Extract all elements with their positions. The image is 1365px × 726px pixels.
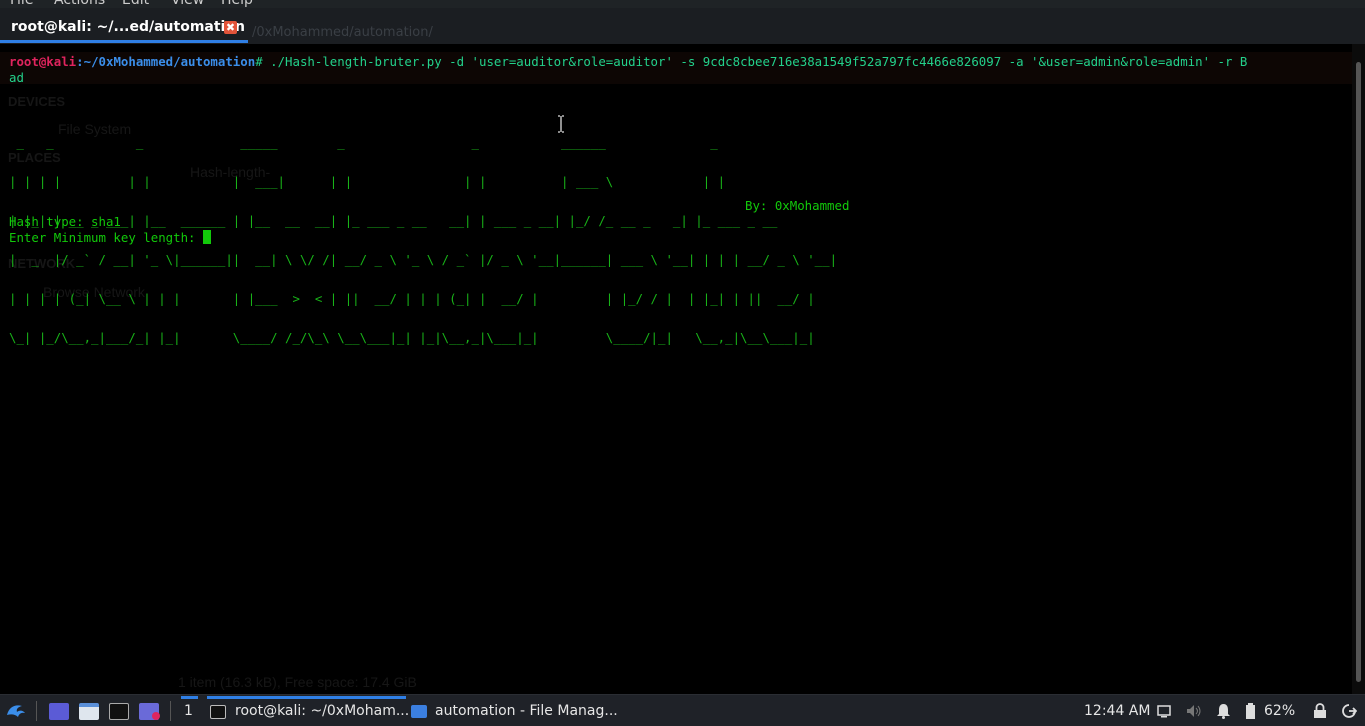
- menu-bar: File Actions Edit View Help: [0, 0, 1365, 8]
- lock-icon[interactable]: [1313, 703, 1327, 719]
- prompt-separator: :: [76, 54, 84, 69]
- banner-line: \_| |_/\__,_|___/_| |_| \____/ /_/\_\ \_…: [9, 330, 815, 345]
- command-text: ./Hash-length-bruter.py -d 'user=auditor…: [270, 54, 1248, 69]
- min-key-label: Enter Minimum key length:: [9, 230, 203, 245]
- banner-line: | | | | (_| \__ \ | | | | |___ > < | || …: [9, 291, 815, 306]
- banner-line: | _ |/ _` / __| '_ \|______|| __| \ \/ /…: [9, 252, 838, 267]
- terminal-task-icon: [210, 705, 226, 719]
- desktop-icon: [49, 703, 69, 720]
- command-wrap: ad: [9, 70, 24, 85]
- screen-recorder-launcher[interactable]: [136, 695, 164, 726]
- task-file-manager-label: automation - File Manag...: [435, 703, 618, 719]
- show-desktop-button[interactable]: [46, 695, 74, 726]
- notification-bell-icon[interactable]: [1216, 703, 1231, 719]
- tab-terminal[interactable]: root@kali: ~/...ed/automation ✖: [0, 8, 248, 44]
- menu-help[interactable]: Help: [221, 0, 253, 8]
- tab-close-icon[interactable]: ✖: [224, 21, 237, 34]
- file-manager-launcher[interactable]: [76, 695, 104, 726]
- display-icon[interactable]: [1157, 704, 1171, 718]
- battery-icon[interactable]: [1245, 703, 1256, 720]
- scrollbar-thumb[interactable]: [1356, 62, 1361, 682]
- task-terminal[interactable]: root@kali: ~/0xMoham...: [207, 695, 410, 726]
- ghost-status: 1 item (16.3 kB), Free space: 17.4 GiB: [178, 674, 417, 690]
- tab-title: root@kali: ~/...ed/automation: [11, 19, 245, 35]
- task-file-manager[interactable]: automation - File Manag...: [409, 695, 618, 726]
- task-terminal-label: root@kali: ~/0xMoham...: [235, 703, 410, 719]
- folder-icon: [79, 703, 99, 720]
- folder-task-icon: [411, 705, 427, 718]
- command-line: root@kali:~/0xMohammed/automation# ./Has…: [9, 54, 1247, 70]
- battery-percent: 62%: [1264, 703, 1296, 719]
- volume-icon[interactable]: [1185, 703, 1203, 719]
- menu-edit[interactable]: Edit: [122, 0, 149, 8]
- min-key-prompt: Enter Minimum key length:: [9, 230, 211, 246]
- record-dot-icon: [152, 712, 160, 720]
- logout-icon[interactable]: [1341, 703, 1357, 719]
- tab-active-indicator: [0, 40, 248, 43]
- tab-bar: root@kali: ~/...ed/automation ✖ /0xMoham…: [0, 8, 1365, 44]
- prompt-end: #: [255, 54, 271, 69]
- banner-line: | | | | | | | ___| | | | | | ___ \ | |: [9, 174, 726, 189]
- workspace-1-button[interactable]: 1: [184, 703, 193, 719]
- workspace-indicator: [181, 696, 198, 699]
- menu-view[interactable]: View: [171, 0, 204, 8]
- menu-actions[interactable]: Actions: [54, 0, 105, 8]
- taskbar-separator: [36, 701, 37, 721]
- taskbar-separator: [170, 701, 171, 721]
- banner-byline: By: 0xMohammed: [745, 198, 850, 213]
- banner-line: | |_| | __ _ ___| |__ ______ | |__ __ __…: [9, 213, 778, 228]
- kali-dragon-icon: [7, 705, 25, 717]
- prompt-path: ~/0xMohammed/automation: [83, 54, 256, 69]
- terminal-scrollbar[interactable]: [1352, 44, 1365, 694]
- taskbar: 1 root@kali: ~/0xMoham... automation - F…: [0, 694, 1365, 726]
- ghost-devices: DEVICES: [8, 94, 66, 109]
- background-path: /0xMohammed/automation/: [252, 25, 433, 40]
- banner-line: _ _ _ _____ _ _ ______ _: [9, 135, 718, 150]
- terminal-launcher[interactable]: [106, 695, 134, 726]
- menu-file[interactable]: File: [10, 0, 33, 8]
- prompt-user: root@kali: [9, 54, 77, 69]
- terminal-output[interactable]: DEVICES File System PLACES Hash-length- …: [0, 44, 1352, 694]
- clock[interactable]: 12:44 AM: [1084, 703, 1150, 719]
- hash-type-line: Hash type: sha1: [9, 214, 121, 229]
- ibeam-cursor-icon: [558, 115, 564, 133]
- text-cursor: [202, 230, 211, 244]
- terminal-icon: [109, 703, 129, 720]
- kali-menu-button[interactable]: [2, 695, 28, 726]
